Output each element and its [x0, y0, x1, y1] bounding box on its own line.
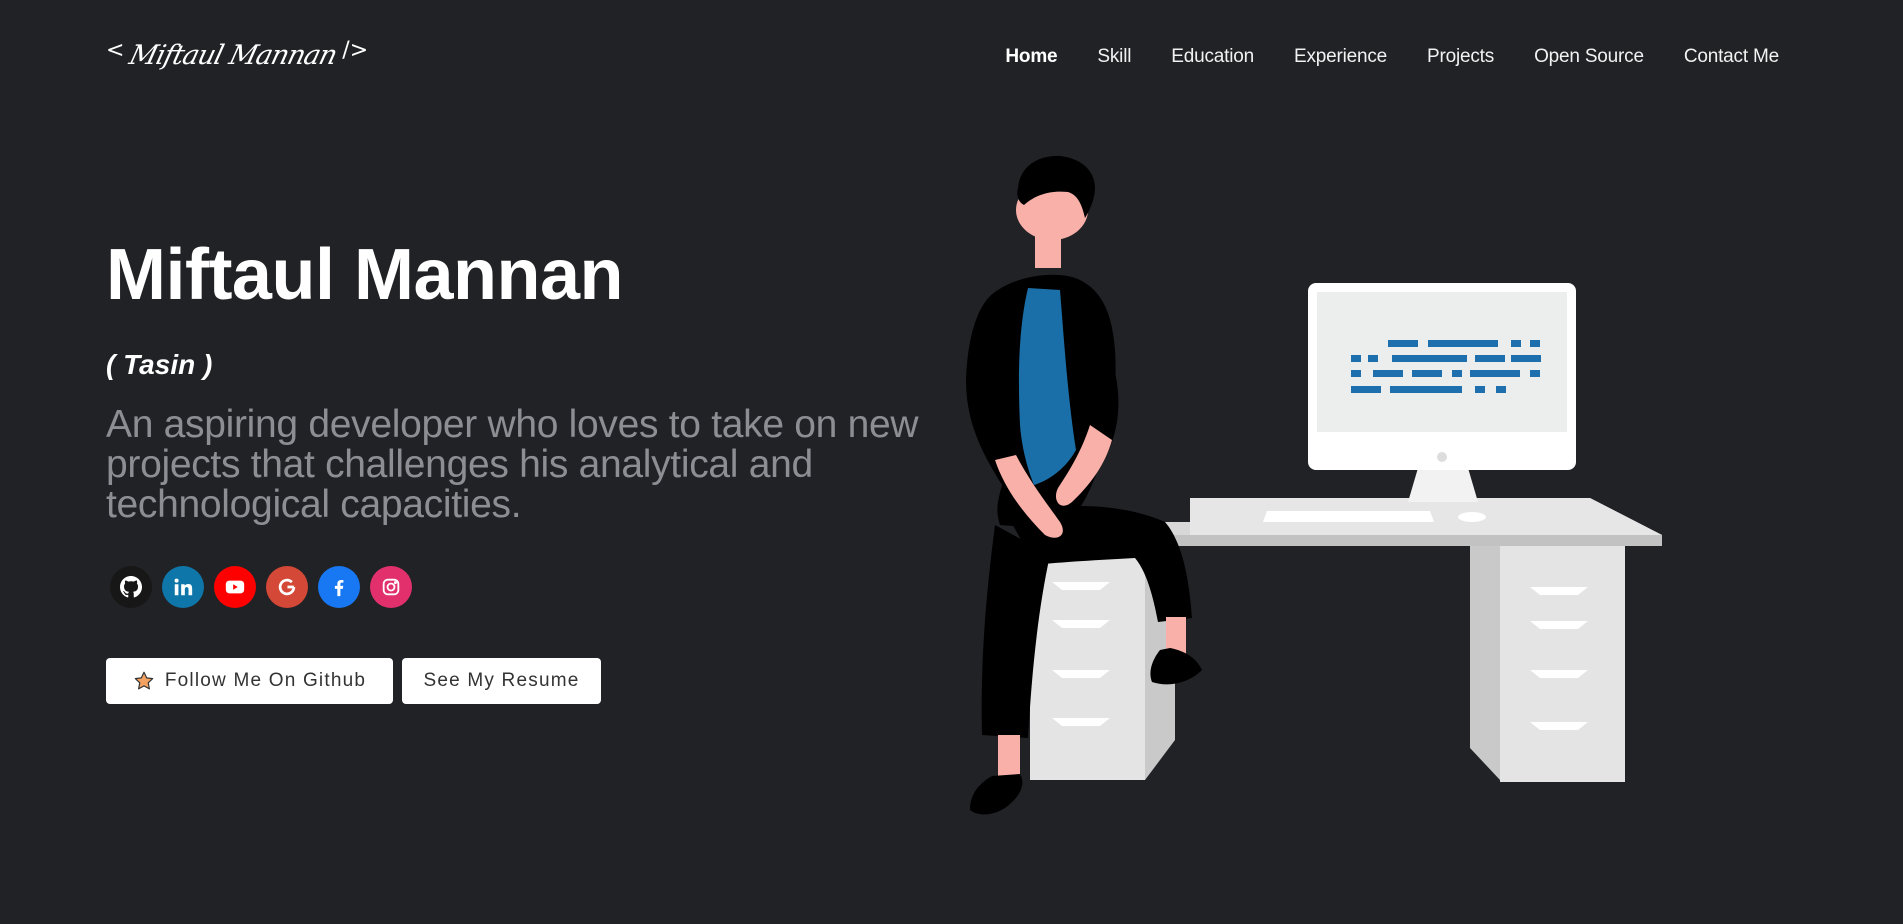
- nav-contact-me[interactable]: Contact Me: [1664, 40, 1779, 74]
- nav-education[interactable]: Education: [1151, 40, 1274, 74]
- logo-open-bracket: <: [106, 38, 125, 63]
- follow-github-label: Follow Me On Github: [164, 670, 367, 691]
- nav-open-source[interactable]: Open Source: [1514, 40, 1664, 74]
- facebook-link[interactable]: [318, 566, 360, 608]
- right-drawer-cabinet: [1470, 546, 1625, 782]
- instagram-link[interactable]: [370, 566, 412, 608]
- see-resume-button[interactable]: See My Resume: [402, 658, 601, 704]
- github-link[interactable]: [110, 566, 152, 608]
- follow-github-button[interactable]: Follow Me On Github: [106, 658, 393, 704]
- linkedin-link[interactable]: [162, 566, 204, 608]
- hero-name: Miftaul Mannan: [106, 235, 623, 315]
- mouse: [1458, 512, 1486, 522]
- nav-projects[interactable]: Projects: [1407, 40, 1514, 74]
- page: < Miftaul Mannan /> Home Skill Education…: [0, 0, 1903, 924]
- facebook-icon: [334, 579, 344, 597]
- star-icon: [134, 671, 154, 690]
- logo-signature: Miftaul Mannan: [126, 39, 341, 71]
- social-links: [110, 566, 412, 608]
- main-nav: Home Skill Education Experience Projects…: [985, 40, 1779, 74]
- github-icon: [120, 576, 142, 598]
- hero-nickname: ( Tasin ): [106, 349, 213, 380]
- nav-experience[interactable]: Experience: [1274, 40, 1407, 74]
- youtube-icon: [225, 580, 245, 594]
- nav-skill[interactable]: Skill: [1077, 40, 1151, 74]
- keyboard: [1263, 511, 1434, 522]
- see-resume-label: See My Resume: [423, 670, 580, 691]
- developer-desk-illustration: [966, 155, 1662, 815]
- youtube-link[interactable]: [214, 566, 256, 608]
- google-icon: [278, 578, 296, 596]
- monitor: [1308, 283, 1576, 502]
- logo[interactable]: < Miftaul Mannan />: [106, 30, 368, 86]
- instagram-icon: [382, 578, 400, 596]
- google-link[interactable]: [266, 566, 308, 608]
- linkedin-icon: [174, 578, 193, 596]
- nav-home[interactable]: Home: [985, 40, 1077, 74]
- hero-tagline: An aspiring developer who loves to take …: [106, 403, 919, 526]
- logo-close-bracket: />: [342, 38, 369, 63]
